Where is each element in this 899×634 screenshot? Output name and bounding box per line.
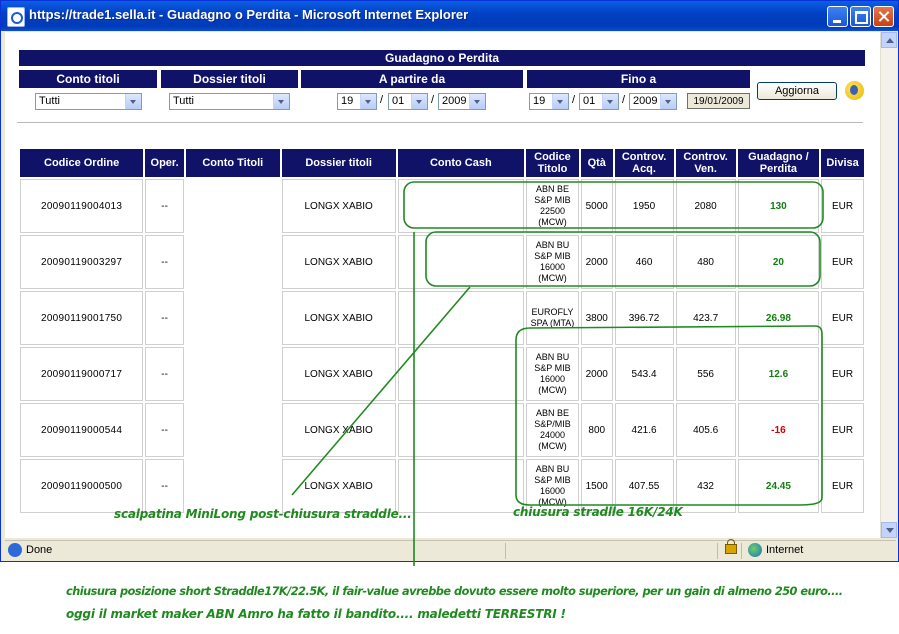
annotation-line2: oggi il market maker ABN Amro ha fatto i… bbox=[66, 607, 566, 621]
annotation-scalpatina: scalpatina MiniLong post-chiusura stradd… bbox=[114, 507, 412, 521]
annotation-arrow-line bbox=[291, 286, 471, 496]
highlight-box-row2 bbox=[425, 231, 821, 287]
annotation-line1: chiusura posizione short Straddle17K/22.… bbox=[66, 585, 843, 598]
annotation-overlay bbox=[291, 181, 824, 566]
highlight-box-row1 bbox=[403, 181, 824, 229]
highlight-box-straddle bbox=[515, 325, 823, 506]
annotation-stradlle: chiusura stradlle 16K/24K bbox=[513, 505, 683, 519]
